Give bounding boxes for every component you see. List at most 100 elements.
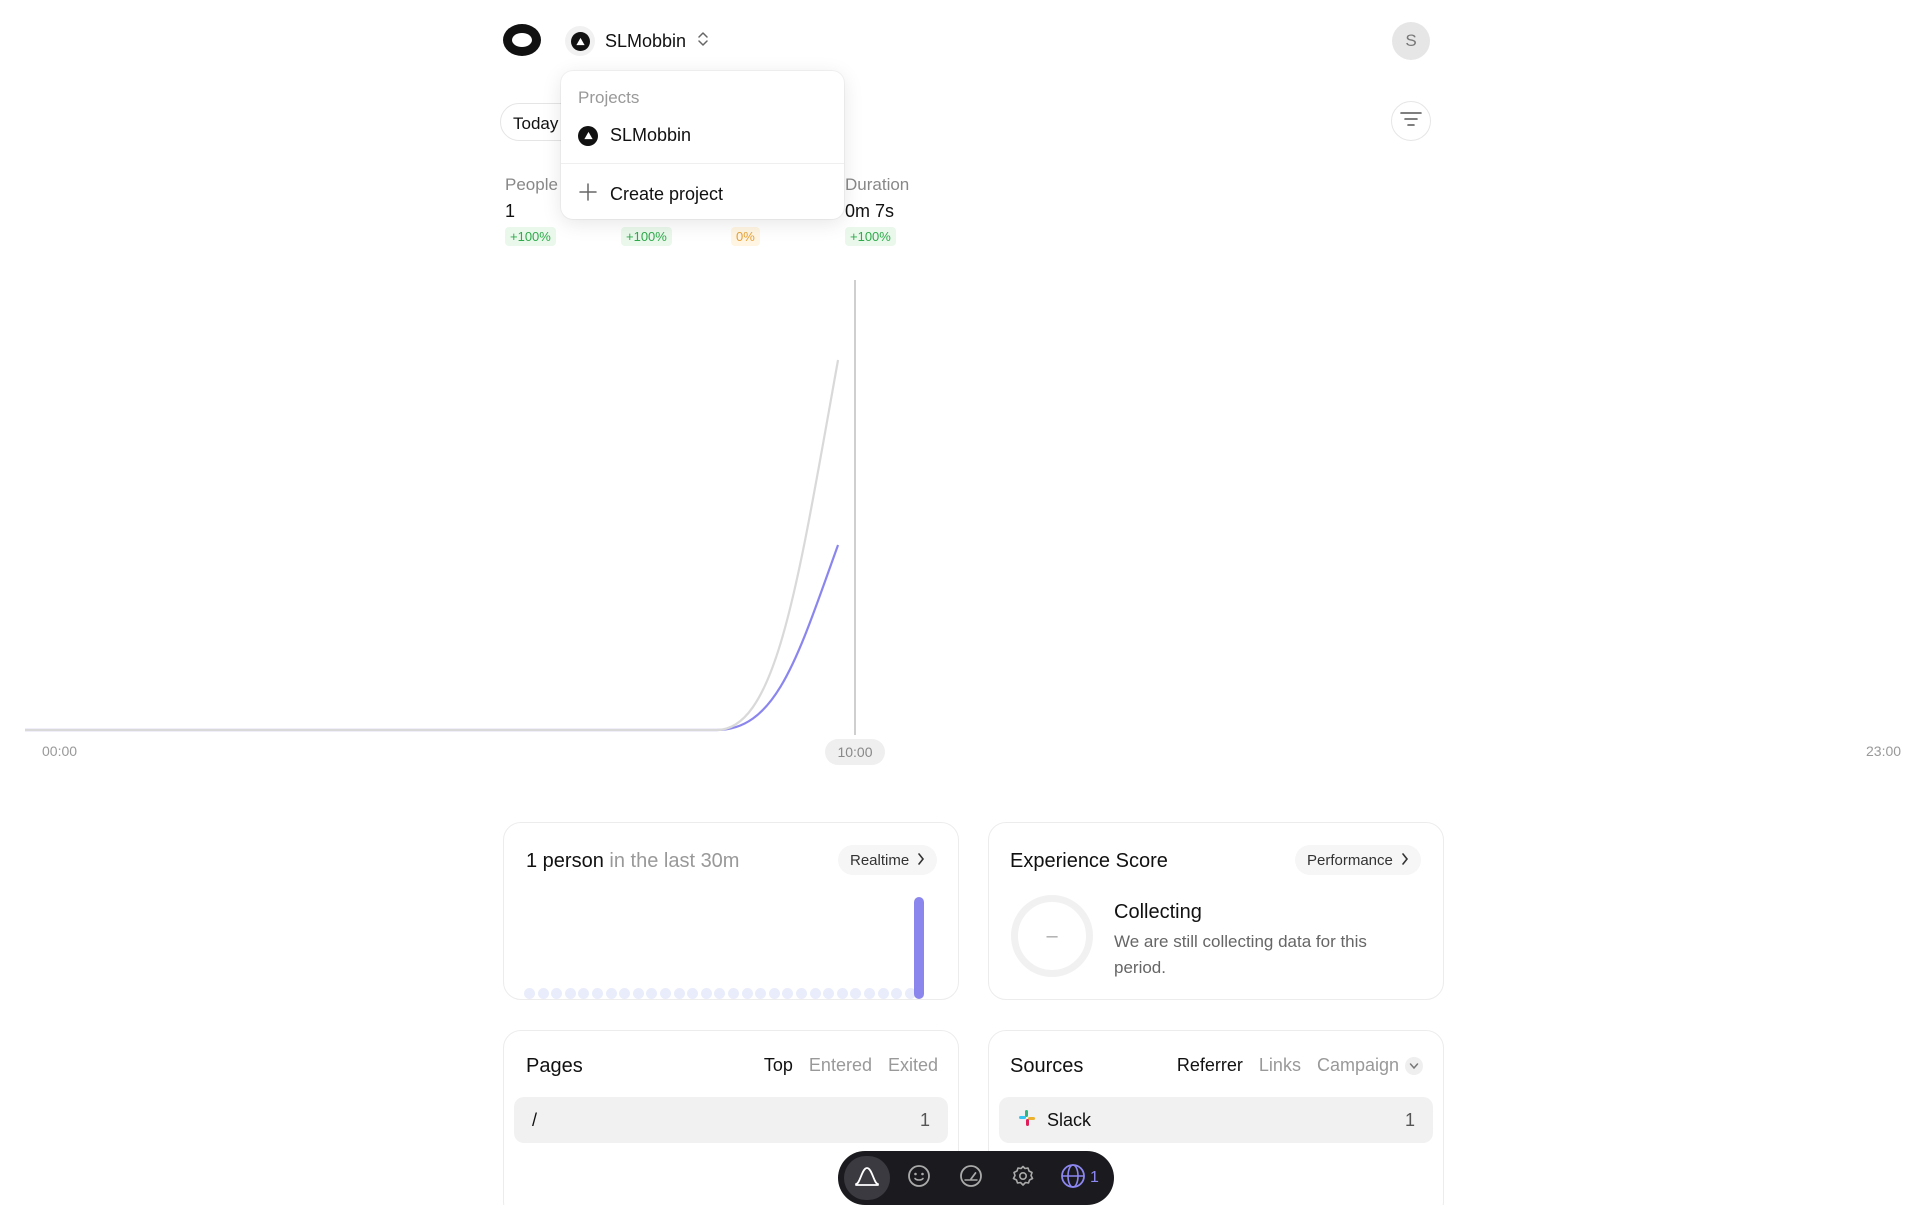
realtime-bar [619,988,631,999]
date-range-label: Today [513,114,559,133]
dock-realtime-count: 1 [1090,1169,1099,1186]
x-tick-label: 23:00 [1866,743,1902,759]
source-name: Slack [1047,1109,1092,1130]
pages-tabs: Top Entered Exited [764,1055,938,1076]
source-count: 1 [1404,1109,1415,1130]
realtime-bar [836,988,848,999]
tab-links[interactable]: Links [1259,1055,1301,1076]
realtime-bars [524,889,944,999]
realtime-bar [700,988,712,999]
performance-button[interactable]: Performance [1295,845,1421,875]
realtime-suffix: in the last 30m [603,850,740,872]
metric-change-badge: +100% [845,227,896,246]
realtime-bar [768,988,780,999]
realtime-bar [809,988,821,999]
globe-icon [1060,1163,1086,1194]
realtime-button-label: Realtime [850,851,910,869]
gear-icon [1011,1164,1035,1193]
divider [561,163,844,164]
chevron-right-icon [917,852,925,869]
metric-change-badge: +100% [505,227,556,246]
score-status: Collecting [1114,901,1202,923]
realtime-bar [714,988,726,999]
realtime-bar [646,988,658,999]
metric-value: 0m 7s [845,201,895,221]
realtime-bar [891,988,903,999]
metric-value: 1 [505,201,516,221]
realtime-bar [605,988,617,999]
dock-settings-button[interactable] [1000,1156,1046,1200]
project-name: SLMobbin [605,30,687,51]
realtime-bar [796,988,807,999]
create-project-label: Create project [610,184,724,204]
realtime-bar [660,988,671,999]
realtime-bar [564,988,576,999]
dropdown-project-item[interactable]: SLMobbin [578,125,691,146]
realtime-bar [850,988,862,999]
realtime-bar [632,988,644,999]
tab-campaign[interactable]: Campaign [1317,1055,1423,1076]
metric-change-badge: 0% [731,227,760,246]
realtime-bar [673,988,685,999]
tab-top[interactable]: Top [764,1055,793,1076]
realtime-bar [687,988,699,999]
page-path: / [532,1109,538,1130]
tab-exited[interactable]: Exited [888,1055,938,1076]
metric-change-badge: +100% [621,227,672,246]
metric-people[interactable]: People 1 [505,175,558,222]
dropdown-title: Projects [578,88,640,107]
user-avatar[interactable]: S [1392,22,1430,60]
realtime-bar [592,988,603,999]
visits-chart[interactable] [0,270,1920,780]
chevron-down-icon [1405,1056,1423,1075]
dock-realtime-button[interactable]: 1 [1052,1163,1107,1194]
tab-entered[interactable]: Entered [809,1055,872,1076]
project-avatar [565,26,595,56]
realtime-bar [524,988,535,999]
app-logo[interactable] [503,24,541,56]
dock-analytics-button[interactable] [844,1156,890,1200]
projects-dropdown: Projects SLMobbin Create project [561,71,844,219]
card-title: Sources [1010,1055,1084,1077]
realtime-button[interactable]: Realtime [838,845,938,875]
gauge-icon [959,1164,983,1193]
performance-button-label: Performance [1307,851,1393,869]
chart-series-line-1 [25,544,840,732]
realtime-bar [728,988,739,999]
plus-icon [578,182,598,207]
realtime-bar-active [914,897,925,999]
realtime-bar [578,988,590,999]
current-time-marker: 10:00 [825,739,885,765]
filter-icon [1400,111,1422,132]
slack-icon [1017,1108,1037,1133]
realtime-bar [877,988,889,999]
metric-duration[interactable]: Duration 0m 7s [845,175,909,222]
realtime-bar [864,988,875,999]
realtime-bar [823,988,835,999]
project-switcher[interactable]: SLMobbin [565,26,710,56]
filter-button[interactable] [1391,101,1431,141]
tab-referrer[interactable]: Referrer [1177,1055,1243,1076]
dock-performance-button[interactable] [948,1156,994,1200]
bottom-dock: 1 [838,1151,1114,1205]
realtime-bar [551,988,563,999]
score-ring: – [1011,895,1093,977]
project-avatar [578,125,598,146]
sources-tabs: Referrer Links Campaign [1177,1055,1423,1076]
table-row[interactable]: Slack 1 [999,1097,1433,1143]
experience-score-card: Experience Score Performance – Collectin… [988,822,1444,1000]
metric-label: Duration [845,175,910,194]
page-count: 1 [919,1109,930,1130]
dock-experience-button[interactable] [896,1156,942,1200]
realtime-bar [741,988,753,999]
score-description: We are still collecting data for this pe… [1114,932,1367,977]
metric-label: People [505,175,558,194]
table-row[interactable]: / 1 [514,1097,948,1143]
card-title: Experience Score [1010,850,1168,872]
card-title: Pages [526,1055,583,1077]
create-project-button[interactable]: Create project [578,182,723,207]
project-item-label: SLMobbin [610,125,692,145]
realtime-bar [782,988,794,999]
realtime-card: 1 person in the last 30m Realtime [503,822,959,1000]
chevron-right-icon [1401,852,1409,869]
